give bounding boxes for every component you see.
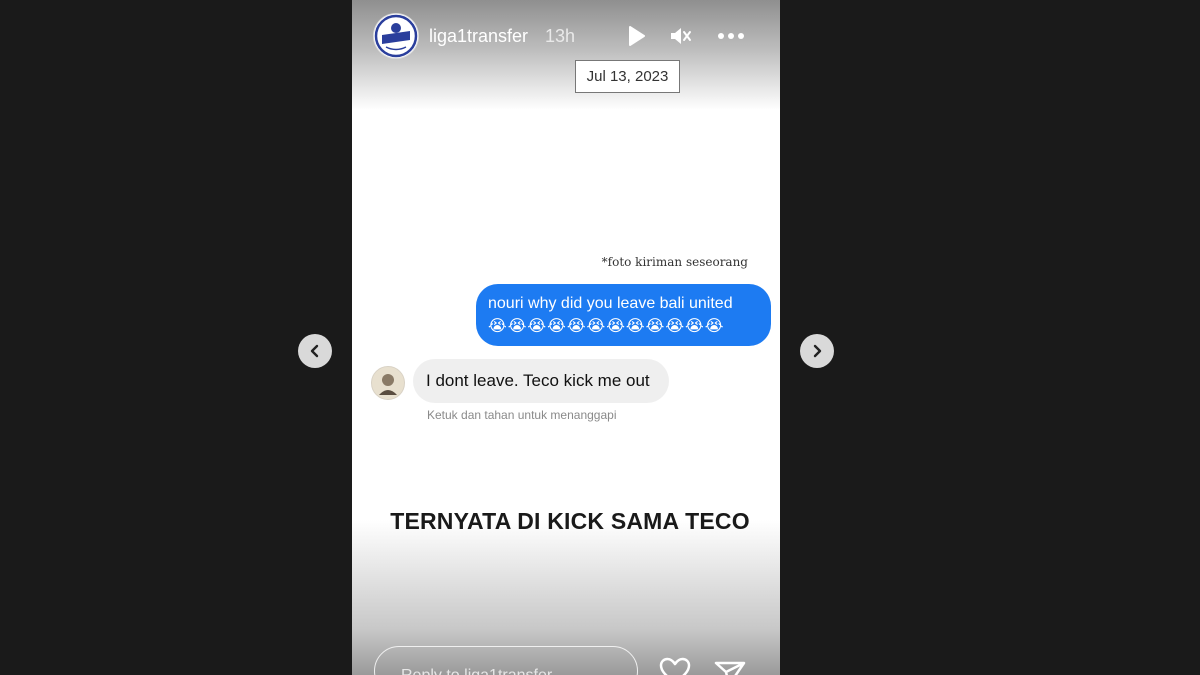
sender-avatar [371, 366, 405, 400]
crying-emoji-icon: 😭 [507, 318, 527, 335]
crying-emoji-row: 😭 😭 😭 😭 😭 😭 😭 😭 😭 😭 😭 😭 [488, 317, 759, 337]
play-button[interactable] [622, 22, 650, 50]
send-icon [714, 661, 746, 675]
received-message-text: I dont leave. Teco kick me out [426, 371, 650, 390]
person-avatar-icon [379, 374, 397, 395]
crying-emoji-icon: 😭 [547, 318, 566, 335]
transfer-logo-icon [374, 14, 418, 58]
username[interactable]: liga1transfer [429, 26, 528, 47]
reply-input[interactable]: Reply to liga1transfer... [374, 646, 638, 675]
crying-emoji-icon: 😭 [527, 318, 547, 335]
mute-button[interactable] [666, 22, 694, 50]
like-button[interactable] [658, 656, 692, 675]
crying-emoji-icon: 😭 [566, 318, 586, 335]
next-story-button[interactable] [800, 334, 834, 368]
crying-emoji-icon: 😭 [685, 318, 704, 335]
story-viewer: liga1transfer 13h Jul 13, 2023 *foto kir… [352, 0, 780, 675]
chevron-right-icon [813, 344, 822, 358]
crying-emoji-icon: 😭 [586, 318, 606, 335]
more-icon [718, 33, 744, 39]
received-message-bubble: I dont leave. Teco kick me out [413, 359, 669, 403]
crying-emoji-icon: 😭 [704, 318, 724, 335]
share-button[interactable] [713, 657, 747, 675]
tap-hold-hint: Ketuk dan tahan untuk menanggapi [427, 408, 617, 422]
crying-emoji-icon: 😭 [488, 318, 507, 335]
chevron-left-icon [310, 344, 319, 358]
profile-avatar[interactable] [374, 14, 418, 58]
sent-message-text: nouri why did you leave bali united [488, 295, 733, 312]
crying-emoji-icon: 😭 [665, 318, 685, 335]
photo-note: *foto kiriman seseorang [601, 255, 748, 269]
post-time[interactable]: 13h [545, 26, 575, 47]
heart-icon [659, 657, 691, 675]
crying-emoji-icon: 😭 [625, 318, 645, 335]
crying-emoji-icon: 😭 [606, 318, 625, 335]
story-header: liga1transfer 13h [352, 0, 780, 72]
story-headline: TERNYATA DI KICK SAMA TECO [390, 508, 750, 534]
play-icon [629, 26, 645, 46]
reply-placeholder: Reply to liga1transfer... [401, 667, 565, 675]
crying-emoji-icon: 😭 [645, 318, 665, 335]
more-options-button[interactable] [716, 22, 744, 50]
previous-story-button[interactable] [298, 334, 332, 368]
sent-message-bubble: nouri why did you leave bali united 😭 😭 … [476, 284, 771, 346]
date-tooltip: Jul 13, 2023 [575, 60, 680, 93]
mute-icon [671, 28, 691, 44]
